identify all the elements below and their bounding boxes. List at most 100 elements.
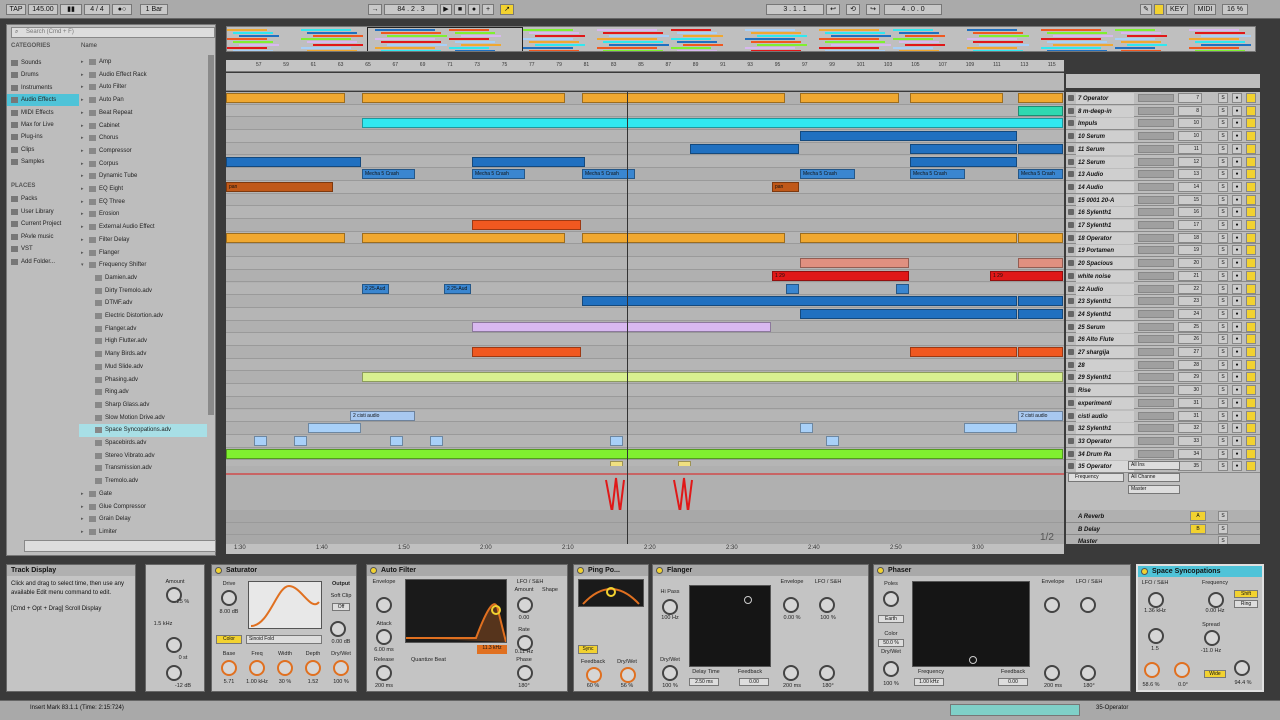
- track-volume-fader[interactable]: [1138, 144, 1174, 153]
- fold-icon[interactable]: [1068, 374, 1074, 381]
- arm-button[interactable]: ●: [1232, 169, 1242, 180]
- waveshape-select[interactable]: Sinoid Fold: [246, 635, 322, 644]
- track-number[interactable]: 10: [1178, 131, 1202, 142]
- ph-feedback-field[interactable]: 0.00: [998, 678, 1028, 686]
- automation-arm-button[interactable]: ↗: [500, 4, 514, 15]
- browser-item[interactable]: Stereo Vibrato.adv: [79, 450, 207, 463]
- clip[interactable]: [964, 423, 1017, 434]
- browser-item[interactable]: ▸ Chorus: [79, 132, 207, 145]
- track-volume-fader[interactable]: [1138, 94, 1174, 102]
- browser-item[interactable]: ▸ Audio Effect Rack: [79, 69, 207, 82]
- volume-knob[interactable]: [166, 665, 182, 681]
- clip[interactable]: [430, 435, 443, 446]
- time-signature[interactable]: 4 / 4: [84, 4, 110, 15]
- punch-out-button[interactable]: ↪: [866, 4, 880, 15]
- track-lane[interactable]: [226, 384, 1064, 397]
- place-user-library[interactable]: User Library: [7, 206, 79, 218]
- clip[interactable]: [226, 93, 345, 103]
- track-number[interactable]: 18: [1178, 232, 1202, 243]
- clip[interactable]: [1018, 347, 1063, 357]
- arm-button[interactable]: ●: [1232, 334, 1242, 345]
- transpose-knob[interactable]: [166, 637, 182, 653]
- clip[interactable]: [226, 232, 345, 243]
- track-number[interactable]: 13: [1178, 169, 1202, 180]
- browser-item[interactable]: ▸ Corpus: [79, 158, 207, 171]
- track-number[interactable]: 26: [1178, 334, 1202, 345]
- category-instruments[interactable]: Instruments: [7, 82, 79, 94]
- clip[interactable]: [362, 93, 565, 103]
- fold-icon[interactable]: [1068, 247, 1074, 254]
- clip[interactable]: Mecha 5 Crash: [362, 169, 415, 180]
- track-lane[interactable]: [226, 194, 1064, 207]
- fl-drywet-knob[interactable]: [662, 665, 678, 681]
- solo-button[interactable]: S: [1218, 181, 1228, 192]
- browser-item[interactable]: Transmission.adv: [79, 462, 207, 475]
- browser-item[interactable]: ▸ Cabinet: [79, 120, 207, 133]
- track-header[interactable]: 13 Audio 13 S ●: [1066, 168, 1260, 181]
- fold-icon[interactable]: [1068, 463, 1074, 470]
- browser-item[interactable]: High Flutter.adv: [79, 335, 207, 348]
- arm-button[interactable]: ●: [1232, 435, 1242, 446]
- ph-phase-knob[interactable]: [1080, 665, 1096, 681]
- ph-release-knob[interactable]: [1044, 665, 1060, 681]
- browser-item[interactable]: Sharp Glass.adv: [79, 399, 207, 412]
- fold-icon[interactable]: [1068, 222, 1074, 228]
- place-pavle-music[interactable]: PAvle music: [7, 231, 79, 243]
- track-volume-fader[interactable]: [1138, 348, 1174, 356]
- category-audio-effects[interactable]: Audio Effects: [7, 94, 79, 107]
- track-volume-fader[interactable]: [1138, 208, 1174, 217]
- mute-button[interactable]: [1246, 194, 1256, 205]
- pp-drywet-knob[interactable]: [620, 667, 636, 683]
- device-on-icon[interactable]: [1141, 568, 1148, 575]
- track-number[interactable]: 31: [1178, 410, 1202, 421]
- arm-button[interactable]: ●: [1232, 296, 1242, 307]
- track-name[interactable]: 24 Sylenth1: [1076, 308, 1134, 320]
- tempo-field[interactable]: 145.00: [28, 4, 58, 15]
- clip[interactable]: [800, 131, 1017, 142]
- mute-button[interactable]: [1246, 461, 1256, 472]
- clip[interactable]: [786, 283, 799, 294]
- track-volume-fader[interactable]: [1138, 449, 1174, 458]
- track-lane[interactable]: [226, 155, 1064, 169]
- lfo-amount-knob[interactable]: [517, 597, 533, 613]
- delay-time-field[interactable]: 2.50 ms: [689, 678, 719, 686]
- track-volume-fader[interactable]: [1138, 386, 1174, 395]
- solo-button[interactable]: S: [1218, 156, 1228, 167]
- stop-button[interactable]: ■: [454, 4, 466, 15]
- track-number[interactable]: 33: [1178, 435, 1202, 446]
- place-vst[interactable]: VST: [7, 243, 79, 255]
- track-name[interactable]: 16 Sylenth1: [1076, 207, 1134, 219]
- track-header[interactable]: 14 Audio 14 S ●: [1066, 181, 1260, 194]
- browser-item[interactable]: ▸ Gate: [79, 488, 207, 501]
- clip[interactable]: 2 25-Aud: [444, 283, 471, 294]
- clip[interactable]: [1018, 258, 1063, 269]
- fold-icon[interactable]: [1068, 145, 1074, 152]
- metronome-icon[interactable]: ●○: [112, 4, 132, 15]
- arm-button[interactable]: ●: [1232, 118, 1242, 129]
- clip[interactable]: 2 25-Aud: [362, 283, 389, 294]
- track-header[interactable]: 16 Sylenth1 16 S ●: [1066, 206, 1260, 219]
- track-header[interactable]: 28 28 S ●: [1066, 359, 1260, 372]
- browser-item[interactable]: Phasing.adv: [79, 374, 207, 387]
- solo-button[interactable]: S: [1218, 511, 1228, 521]
- return-track-header[interactable]: A Reverb A S: [1066, 510, 1260, 523]
- fl-phase-knob[interactable]: [819, 665, 835, 681]
- arm-button[interactable]: ●: [1232, 220, 1242, 230]
- solo-button[interactable]: S: [1218, 283, 1228, 294]
- track-name[interactable]: 18 Operator: [1076, 232, 1134, 244]
- track-name[interactable]: 32 Sylenth1: [1076, 423, 1134, 435]
- track-lane[interactable]: [226, 257, 1064, 270]
- name-column-header[interactable]: Name: [81, 43, 97, 49]
- track-name[interactable]: 10 Serum: [1076, 131, 1134, 143]
- track-number[interactable]: 15: [1178, 194, 1202, 205]
- track-volume-fader[interactable]: [1138, 195, 1174, 204]
- clip[interactable]: [362, 372, 1017, 383]
- phaser-xy-pad[interactable]: [912, 581, 1030, 667]
- clip[interactable]: [610, 435, 623, 446]
- track-name[interactable]: Impuls: [1076, 118, 1134, 130]
- fold-icon[interactable]: [1068, 361, 1074, 368]
- key-map-switch[interactable]: [1154, 4, 1164, 15]
- clip[interactable]: [910, 93, 1003, 103]
- poles-knob[interactable]: [883, 591, 899, 607]
- clip[interactable]: [896, 283, 909, 294]
